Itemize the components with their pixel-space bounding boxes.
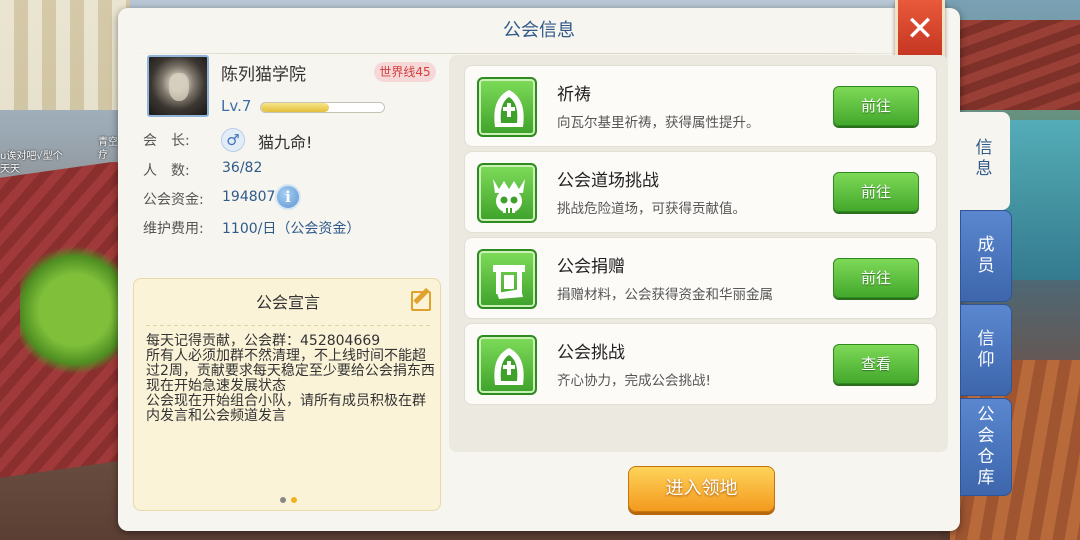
activity-description: 捐赠材料，公会获得资金和华丽金属 bbox=[557, 287, 773, 303]
declaration-divider bbox=[146, 325, 430, 326]
guild-declaration-card: 公会宣言 每天记得贡献，公会群：452804669 所有人必须加群不然清理，不上… bbox=[133, 278, 441, 511]
challenge-view-button[interactable]: 查看 bbox=[833, 344, 919, 384]
members-count: 36/82 bbox=[222, 160, 263, 176]
enter-territory-button[interactable]: 进入领地 bbox=[628, 466, 775, 512]
guild-xp-bar bbox=[260, 102, 385, 113]
donation-go-button[interactable]: 前往 bbox=[833, 258, 919, 298]
prayer-icon bbox=[477, 77, 537, 137]
declaration-title: 公会宣言 bbox=[255, 293, 320, 312]
skull-crown-icon bbox=[477, 163, 537, 223]
activity-item-dojo: 公会道场挑战 挑战危险道场，可获得贡献值。 前往 bbox=[464, 151, 937, 233]
guild-xp-fill bbox=[261, 103, 329, 112]
upkeep-label: 维护费用: bbox=[143, 221, 204, 237]
tab-label: 成员 bbox=[977, 235, 995, 276]
activity-description: 向瓦尔基里祈祷，获得属性提升。 bbox=[557, 115, 760, 131]
tab-label: 信仰 bbox=[977, 329, 995, 370]
upkeep-value: 1100/日（公会资金） bbox=[222, 221, 361, 237]
activity-description: 齐心协力，完成公会挑战! bbox=[557, 373, 711, 389]
title-divider bbox=[130, 53, 948, 54]
player-name-tag: 疗 bbox=[98, 150, 108, 161]
donation-icon bbox=[477, 249, 537, 309]
members-label: 人 数: bbox=[143, 163, 190, 179]
background-tent bbox=[0, 0, 130, 110]
activity-title: 祈祷 bbox=[557, 85, 591, 105]
guild-name: 陈列猫学院 bbox=[221, 65, 306, 85]
background-right-roof bbox=[960, 20, 1080, 110]
guild-level: Lv.7 bbox=[221, 97, 252, 115]
activity-title: 公会捐赠 bbox=[557, 257, 625, 277]
guild-avatar bbox=[147, 55, 209, 117]
tab-guild-storage[interactable]: 公会仓库 bbox=[960, 398, 1012, 496]
world-line-badge: 世界线45 bbox=[374, 62, 436, 82]
tab-info[interactable]: 信息 bbox=[958, 112, 1010, 210]
prayer-icon bbox=[477, 335, 537, 395]
activity-description: 挑战危险道场，可获得贡献值。 bbox=[557, 201, 746, 217]
tab-label: 公会仓库 bbox=[977, 405, 995, 488]
activity-title: 公会挑战 bbox=[557, 343, 625, 363]
edit-icon[interactable] bbox=[411, 291, 431, 311]
dojo-go-button[interactable]: 前往 bbox=[833, 172, 919, 212]
player-name-tag: 天天 bbox=[0, 164, 20, 175]
male-gender-icon: ♂ bbox=[221, 128, 245, 152]
funds-label: 公会资金: bbox=[143, 192, 204, 208]
funds-info-icon[interactable]: i bbox=[275, 184, 301, 210]
activity-title: 公会道场挑战 bbox=[557, 171, 659, 191]
activity-item-prayer: 祈祷 向瓦尔基里祈祷，获得属性提升。 前往 bbox=[464, 65, 937, 147]
background-tree bbox=[20, 240, 130, 380]
lion-emblem-icon bbox=[169, 73, 189, 101]
activity-item-donation: 公会捐赠 捐赠材料，公会获得资金和华丽金属 前往 bbox=[464, 237, 937, 319]
tab-label: 信息 bbox=[975, 138, 993, 179]
prayer-go-button[interactable]: 前往 bbox=[833, 86, 919, 126]
tab-faith[interactable]: 信仰 bbox=[960, 304, 1012, 396]
declaration-text: 每天记得贡献，公会群：452804669 所有人必须加群不然清理，不上线时间不能… bbox=[146, 333, 435, 424]
leader-name[interactable]: 猫九命! bbox=[258, 129, 312, 153]
player-name-tag: 青空 bbox=[98, 137, 118, 148]
panel-title: 公会信息 bbox=[503, 20, 575, 41]
background-player-names-2: 青空 疗 bbox=[98, 136, 118, 162]
activity-item-challenge: 公会挑战 齐心协力，完成公会挑战! 查看 bbox=[464, 323, 937, 405]
tab-members[interactable]: 成员 bbox=[960, 210, 1012, 302]
page-indicator-dot bbox=[291, 497, 297, 503]
page-indicator-dot bbox=[280, 497, 286, 503]
leader-label: 会 长: bbox=[143, 133, 190, 149]
funds-value: 194807 bbox=[222, 189, 276, 205]
